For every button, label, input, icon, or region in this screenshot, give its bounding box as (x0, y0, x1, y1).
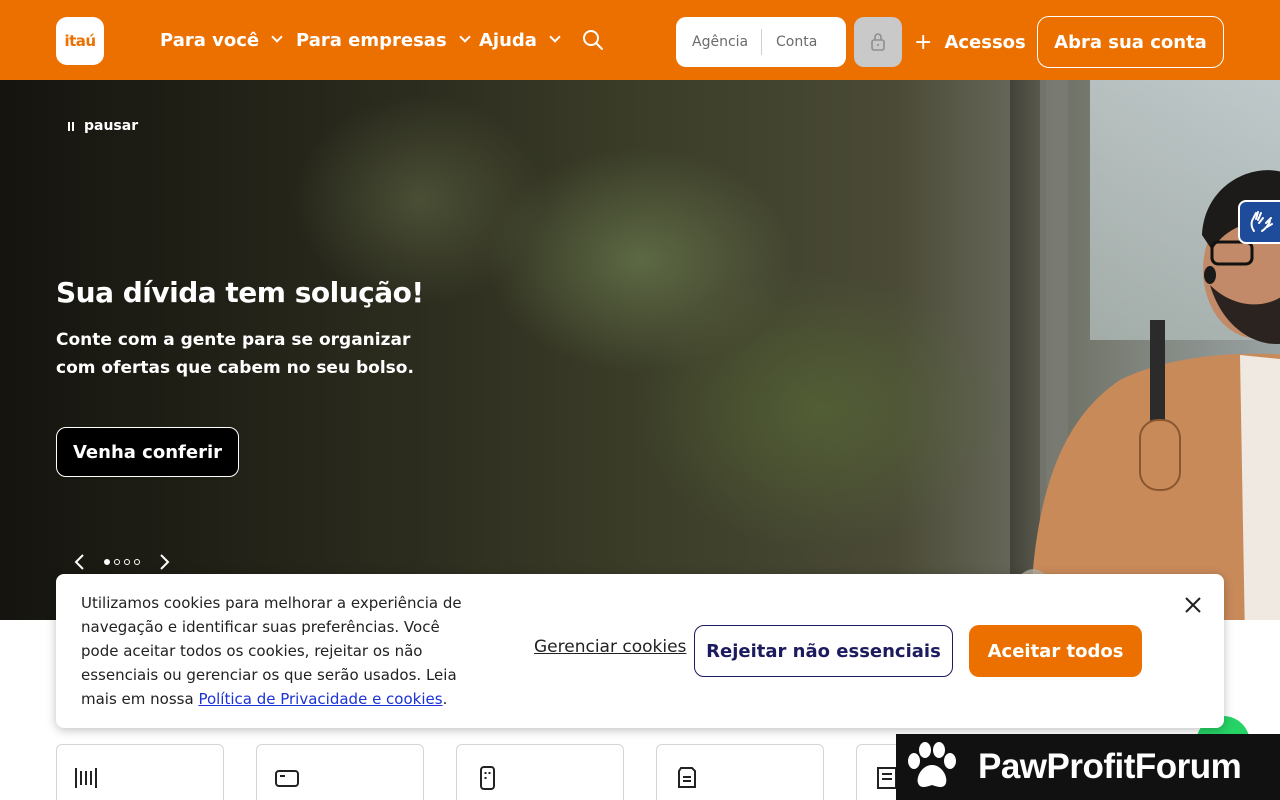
nav-label: Ajuda (479, 29, 537, 51)
site-header: itaú Para você Para empresas Ajuda Agênc… (0, 0, 1280, 80)
hero-person-image (998, 170, 1280, 620)
hero-subtitle: Conte com a gente para se organizar com … (56, 330, 414, 378)
quick-access-card[interactable] (456, 744, 624, 800)
barcode-icon (75, 768, 97, 788)
pause-label: pausar (84, 118, 139, 134)
manage-cookies-link[interactable]: Gerenciar cookies (534, 637, 686, 657)
nav-label: Para você (160, 29, 260, 51)
login-form: Agência Conta (676, 17, 846, 67)
itau-logo[interactable]: itaú (56, 17, 104, 65)
carousel-dot[interactable] (104, 559, 110, 565)
venha-conferir-button[interactable]: Venha conferir (56, 427, 239, 477)
nav-ajuda[interactable]: Ajuda (479, 0, 561, 80)
chevron-down-icon (271, 31, 283, 43)
plus-icon: + (914, 29, 933, 55)
acessos-label: Acessos (944, 31, 1026, 53)
chevron-right-icon[interactable] (154, 552, 174, 572)
watermark-banner: PawProfitForum (896, 734, 1280, 800)
close-icon[interactable] (1183, 595, 1203, 615)
chevron-left-icon[interactable] (70, 552, 90, 572)
pause-icon (68, 121, 74, 131)
quick-access-card[interactable] (656, 744, 824, 800)
hero-banner: pausar Sua dívida tem solução! Conte com… (0, 80, 1280, 620)
privacy-policy-link[interactable]: Política de Privacidade e cookies (198, 690, 442, 708)
phone-icon (480, 766, 495, 790)
cookie-text-suffix: . (442, 690, 448, 708)
login-submit-button[interactable] (854, 17, 902, 67)
nav-para-empresas[interactable]: Para empresas (296, 0, 471, 80)
hero-title: Sua dívida tem solução! (56, 276, 424, 309)
logo-text: itaú (64, 32, 96, 50)
watermark-text: PawProfitForum (978, 747, 1242, 786)
carousel-dot[interactable] (114, 559, 120, 565)
hands-icon (1250, 211, 1273, 232)
quick-access-card[interactable] (256, 744, 424, 800)
nav-label: Para empresas (296, 29, 447, 51)
abra-sua-conta-button[interactable]: Abra sua conta (1037, 16, 1224, 68)
accept-cookies-button[interactable]: Aceitar todos (969, 625, 1142, 677)
carousel-dot[interactable] (134, 559, 140, 565)
agencia-field[interactable]: Agência (676, 29, 762, 55)
carousel-dots (104, 559, 140, 565)
cookie-banner: Utilizamos cookies para melhorar a exper… (56, 574, 1224, 728)
lock-icon (871, 33, 885, 51)
paw-icon (908, 742, 956, 787)
nav-para-voce[interactable]: Para você (160, 0, 283, 80)
libras-accessibility-button[interactable] (1238, 200, 1280, 244)
reject-cookies-button[interactable]: Rejeitar não essenciais (694, 625, 953, 677)
card-icon (275, 770, 299, 787)
quick-access-card[interactable] (56, 744, 224, 800)
document-icon (678, 767, 696, 788)
cookie-message: Utilizamos cookies para melhorar a exper… (81, 591, 481, 711)
conta-field[interactable]: Conta (762, 34, 817, 50)
carousel-dot[interactable] (124, 559, 130, 565)
acessos-button[interactable]: + Acessos (914, 27, 1026, 57)
chevron-down-icon (458, 31, 471, 43)
search-icon[interactable] (582, 29, 604, 51)
chevron-down-icon (549, 31, 561, 43)
pause-button[interactable]: pausar (68, 118, 138, 134)
carousel-controls (70, 552, 174, 572)
